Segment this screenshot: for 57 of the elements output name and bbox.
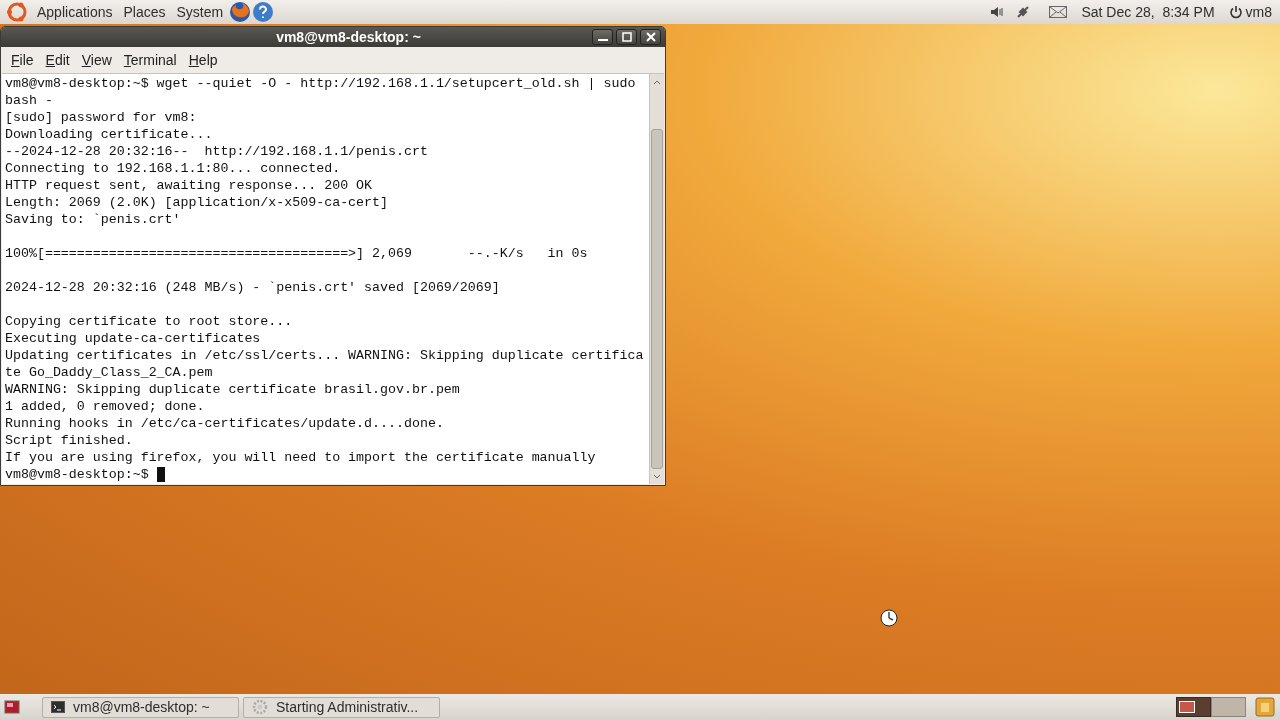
help-icon[interactable] xyxy=(252,1,275,23)
user-name[interactable]: vm8 xyxy=(1245,1,1272,23)
terminal-icon xyxy=(51,700,65,714)
terminal-line: Executing update-ca-certificates xyxy=(5,330,261,347)
volume-icon[interactable] xyxy=(989,4,1006,20)
terminal-line: WARNING: Skipping duplicate certificate brasil.gov.br.pem xyxy=(5,381,460,398)
close-button[interactable] xyxy=(640,29,661,45)
menu-item[interactable]: View xyxy=(75,49,118,71)
menu-item[interactable]: Edit xyxy=(39,49,76,71)
terminal-line: --2024-12-28 20:32:16-- http://192.168.1.1/penis.crt xyxy=(5,143,428,160)
minimize-button[interactable] xyxy=(592,29,613,45)
window-title: vm8@vm8-desktop: ~ xyxy=(276,27,421,47)
panel-menu[interactable]: System xyxy=(176,1,224,23)
terminal-line: 100%[======================================>] 2,069 --.-K/s in 0s xyxy=(5,245,588,262)
panel-menu[interactable]: Places xyxy=(123,1,166,23)
menu-item[interactable]: Help xyxy=(182,49,224,71)
workspace[interactable] xyxy=(1176,697,1211,717)
taskbar-button[interactable]: Starting Administrativ... xyxy=(243,696,440,718)
power-icon[interactable] xyxy=(1228,5,1243,19)
terminal-line: te Go_Daddy_Class_2_CA.pem xyxy=(5,364,213,381)
taskbar-button[interactable]: vm8@vm8-desktop: ~ xyxy=(42,696,239,718)
show-desktop-icon[interactable] xyxy=(4,699,20,715)
clock[interactable]: Sat Dec 28, 8:34 PM xyxy=(1081,1,1215,23)
close-icon xyxy=(645,32,656,42)
maximize-icon xyxy=(621,32,632,42)
firefox-icon[interactable] xyxy=(229,1,252,23)
trash-icon[interactable] xyxy=(1254,696,1276,718)
terminal-line: HTTP request sent, awaiting response... 200 OK xyxy=(5,177,373,194)
minimize-icon xyxy=(597,39,608,41)
terminal-line: 1 added, 0 removed; done. xyxy=(5,398,205,415)
terminal-line: [sudo] password for vm8: xyxy=(5,109,197,126)
terminal-line: Script finished. xyxy=(5,432,133,449)
panel-menu[interactable]: Applications xyxy=(37,1,113,23)
terminal-line: bash - xyxy=(5,92,53,109)
maximize-button[interactable] xyxy=(616,29,637,45)
scroll-down-icon[interactable] xyxy=(653,473,661,480)
shell-prompt: vm8@vm8-desktop:~$ xyxy=(5,466,150,483)
terminal-line: Connecting to 192.168.1.1:80... connected. xyxy=(5,160,341,177)
terminal-line: Length: 2069 (2.0K) [application/x-x509-ca-cert] xyxy=(5,194,388,211)
terminal-line: vm8@vm8-desktop:~$ wget --quiet -O - http://192.168.1.1/setupcert_old.sh | sudo xyxy=(5,75,636,92)
terminal-line: Saving to: `penis.crt' xyxy=(5,211,181,228)
terminal-line: If you are using firefox, you will need to import the certificate manually xyxy=(5,449,596,466)
mail-icon[interactable] xyxy=(1049,5,1068,19)
terminal-line: Downloading certificate... xyxy=(5,126,213,143)
scroll-up-icon[interactable] xyxy=(653,78,661,85)
menu-item[interactable]: File xyxy=(5,49,40,71)
ubuntu-logo-icon[interactable] xyxy=(6,1,28,23)
network-icon[interactable] xyxy=(1015,4,1032,20)
busy-cursor-icon xyxy=(880,609,898,627)
scrollbar[interactable] xyxy=(649,74,664,484)
terminal-line: Updating certificates in /etc/ssl/certs... WARNING: Skipping duplicate certifica xyxy=(5,347,644,364)
menu-item[interactable]: Terminal xyxy=(117,49,183,71)
terminal-line: 2024-12-28 20:32:16 (248 MB/s) - `penis.crt' saved [2069/2069] xyxy=(5,279,500,296)
gear-icon xyxy=(252,699,268,715)
text-cursor xyxy=(156,467,165,482)
terminal-line: Running hooks in /etc/ca-certificates/update.d....done. xyxy=(5,415,444,432)
terminal-line: Copying certificate to root store... xyxy=(5,313,293,330)
